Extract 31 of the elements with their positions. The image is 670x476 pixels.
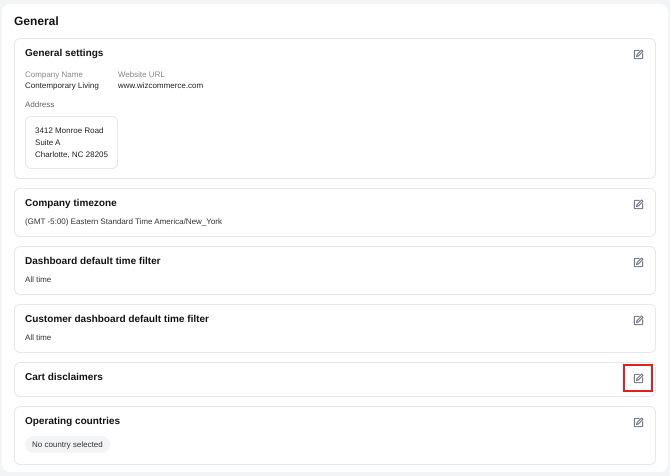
- section-title: Operating countries: [25, 415, 120, 429]
- edit-button[interactable]: [631, 415, 645, 429]
- edit-icon: [632, 198, 644, 210]
- field-label: Website URL: [118, 70, 166, 80]
- page-title: General: [14, 13, 60, 29]
- edit-icon: [632, 256, 644, 268]
- section-value: All time: [25, 274, 52, 285]
- field-value: Contemporary Living: [25, 80, 99, 91]
- section-title: Dashboard default time filter: [25, 255, 161, 269]
- field-label: Company Name: [25, 70, 84, 80]
- edit-button[interactable]: [631, 47, 645, 61]
- section-title: Company timezone: [25, 197, 117, 211]
- edit-icon: [632, 314, 644, 326]
- edit-icon: [632, 416, 644, 428]
- edit-icon: [632, 48, 644, 60]
- status-chip: No country selected: [25, 436, 110, 453]
- edit-button[interactable]: [631, 255, 645, 269]
- address-line: Charlotte, NC 28205: [35, 149, 108, 160]
- section-title: Customer dashboard default time filter: [25, 313, 209, 327]
- section-title: General settings: [25, 47, 104, 61]
- field-value: www.wizcommerce.com: [118, 80, 204, 91]
- address-line: Suite A: [35, 137, 62, 148]
- edit-button[interactable]: [631, 197, 645, 211]
- edit-button[interactable]: [631, 313, 645, 327]
- section-value: All time: [25, 332, 52, 343]
- edit-button[interactable]: [623, 364, 653, 392]
- section-title: Cart disclaimers: [25, 371, 103, 385]
- address-line: 3412 Monroe Road: [35, 125, 104, 136]
- field-label: Address: [25, 99, 56, 110]
- section-value: (GMT -5:00) Eastern Standard Time America/New_York: [25, 216, 223, 227]
- edit-icon: [632, 372, 644, 384]
